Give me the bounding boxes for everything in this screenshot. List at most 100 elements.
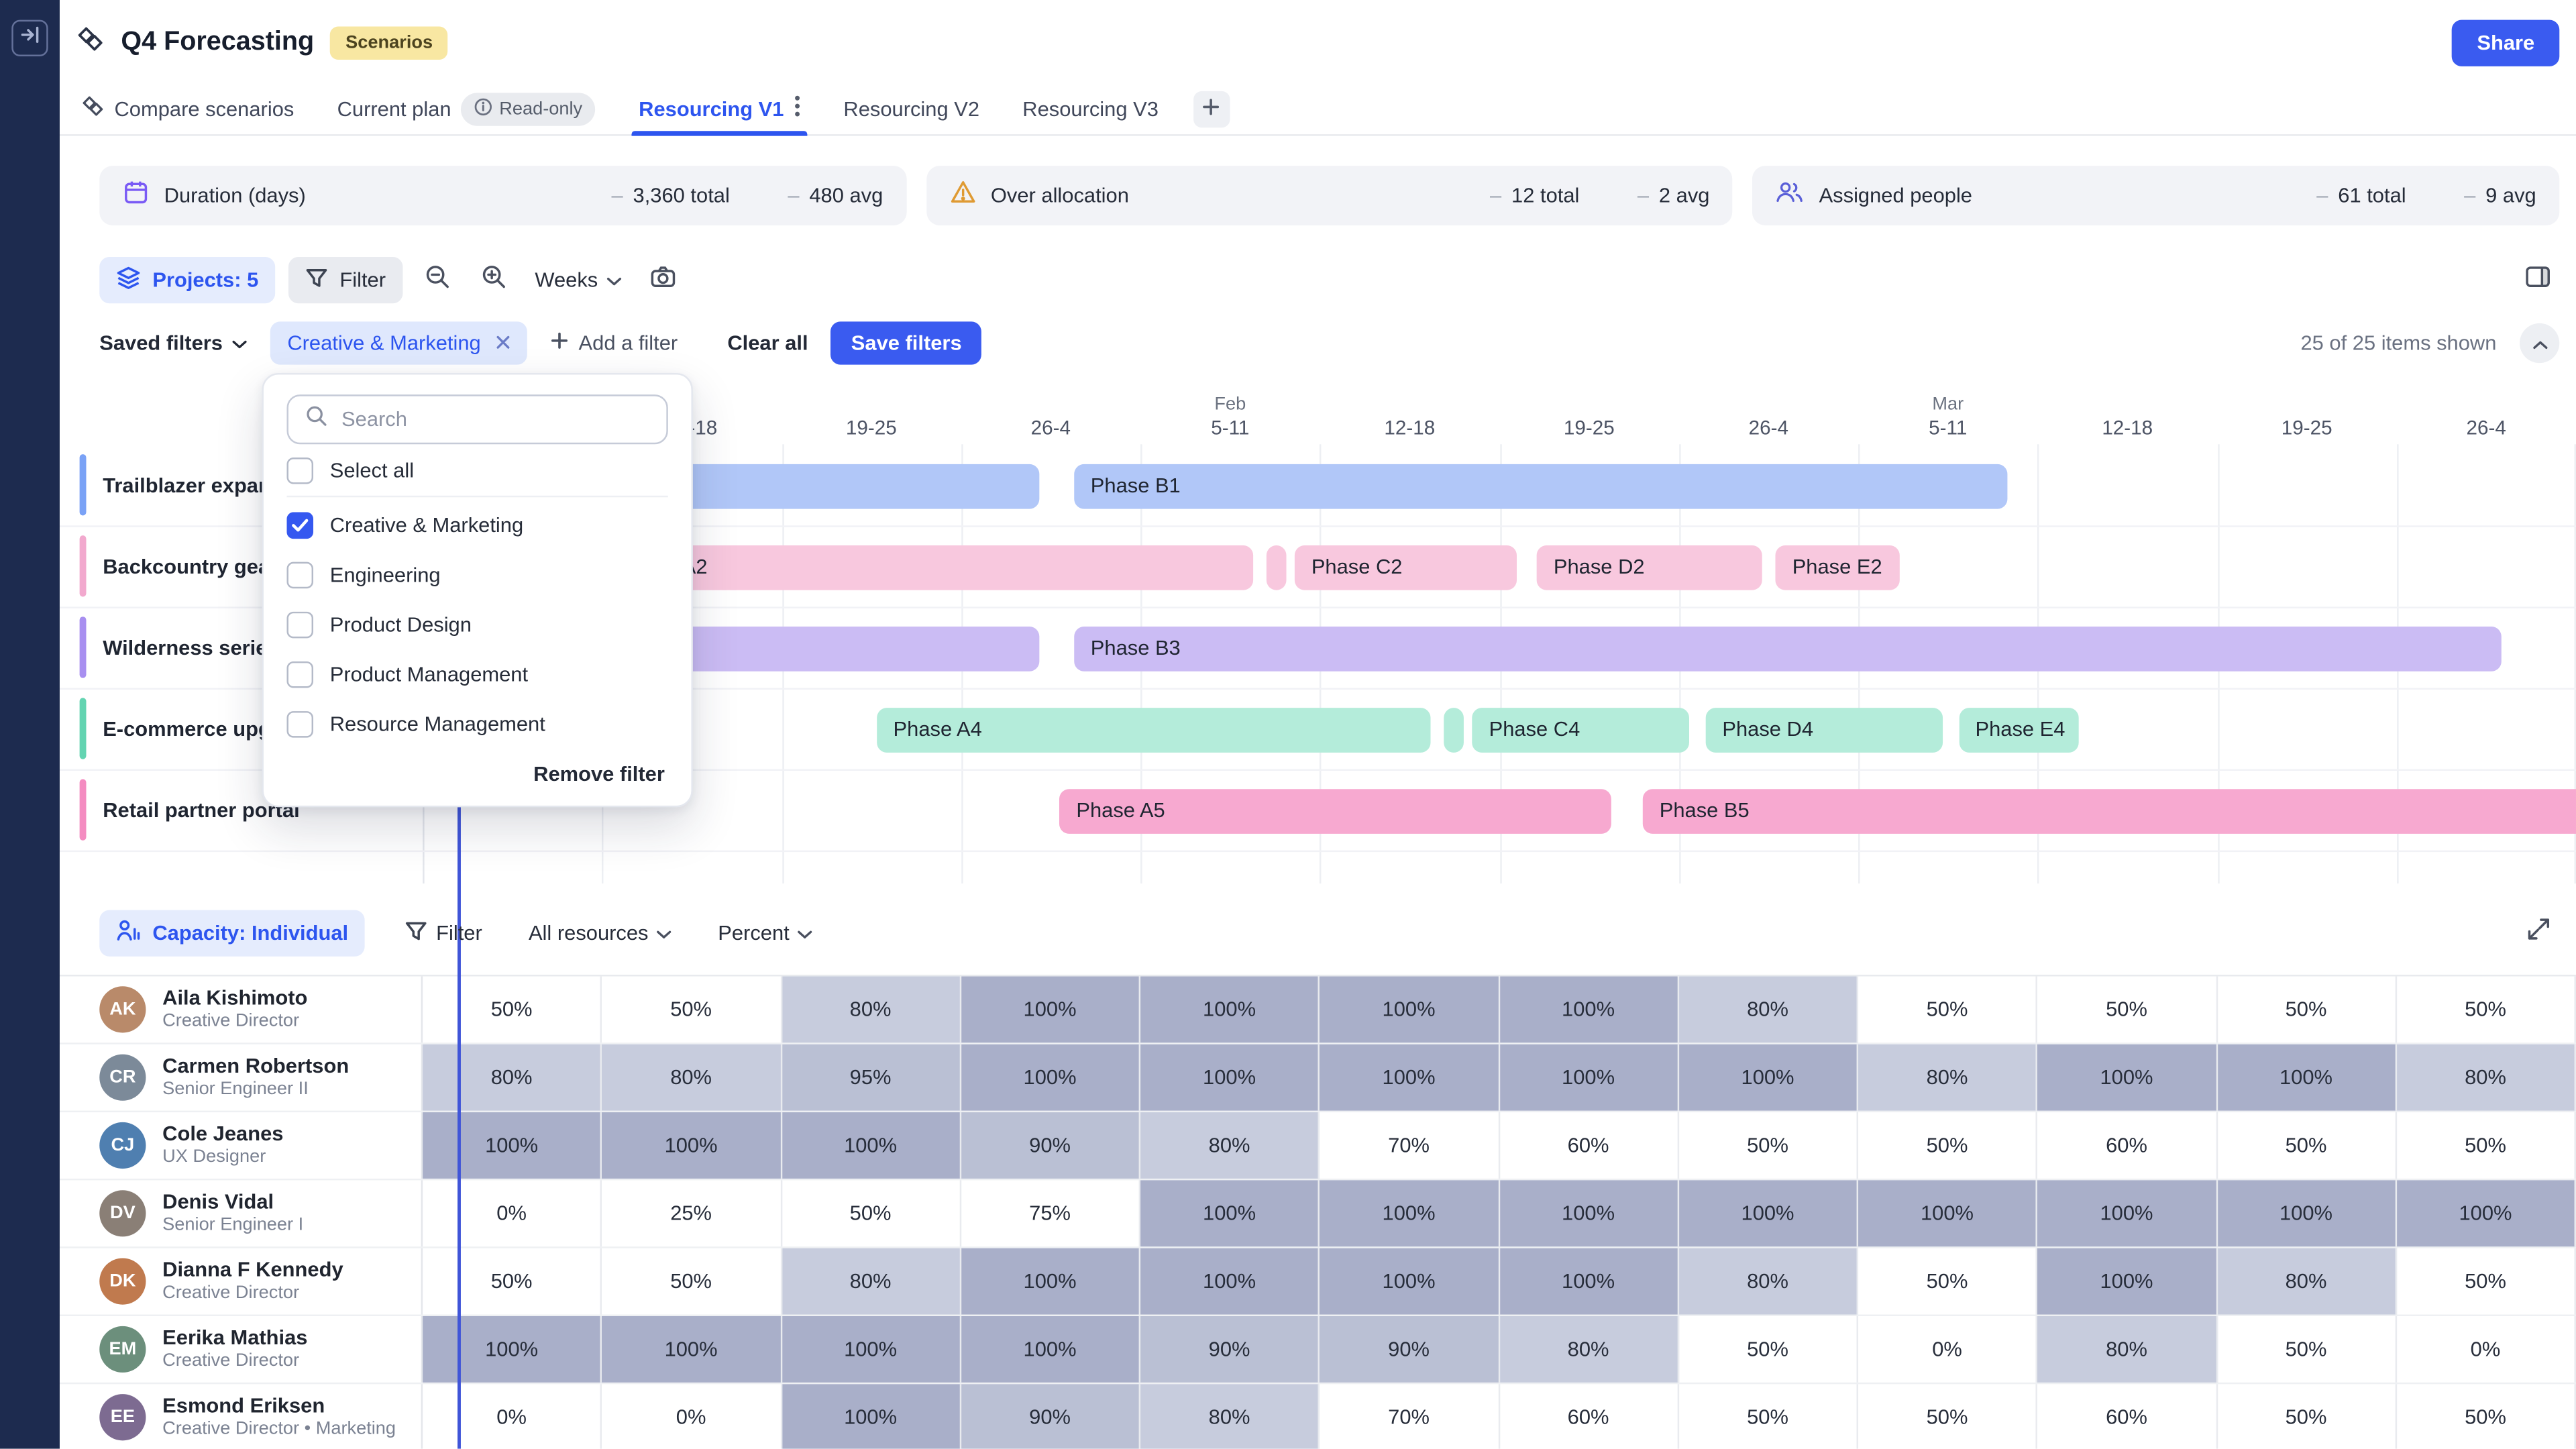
capacity-cell[interactable]: 100% [1320, 1248, 1499, 1315]
remove-filter-button[interactable]: Remove filter [533, 763, 665, 786]
capacity-cell[interactable]: 80% [1140, 1112, 1320, 1179]
capacity-cell[interactable]: 50% [2038, 976, 2217, 1042]
capacity-cell[interactable]: 0% [602, 1384, 782, 1448]
active-filter-chip[interactable]: Creative & Marketing [271, 321, 527, 364]
capacity-cell[interactable]: 60% [2038, 1112, 2217, 1179]
capacity-cell[interactable]: 100% [2038, 1248, 2217, 1315]
capacity-cell[interactable]: 80% [1499, 1316, 1678, 1383]
capacity-cell[interactable]: 60% [1499, 1384, 1678, 1448]
saved-filters-dropdown[interactable]: Saved filters [99, 331, 248, 355]
filter-button[interactable]: Filter [288, 257, 402, 303]
capacity-cell[interactable]: 75% [961, 1180, 1140, 1246]
gantt-bar[interactable]: Phase D2 [1537, 545, 1761, 590]
projects-filter-button[interactable]: Projects: 5 [99, 257, 275, 303]
checkbox[interactable] [286, 661, 313, 688]
capacity-cell[interactable]: 100% [1679, 1044, 1858, 1111]
capacity-cell[interactable]: 50% [1858, 1112, 2037, 1179]
gantt-bar[interactable]: Phase A5 [1060, 789, 1611, 834]
search-input[interactable] [341, 408, 650, 431]
capacity-cell[interactable]: 100% [602, 1316, 782, 1383]
gantt-bar[interactable]: Phase C2 [1295, 545, 1517, 590]
capacity-mode-button[interactable]: Capacity: Individual [99, 910, 365, 957]
capacity-cell[interactable]: 80% [2038, 1316, 2217, 1383]
capacity-cell[interactable]: 50% [2397, 1384, 2576, 1448]
capacity-cell[interactable]: 50% [1679, 1384, 1858, 1448]
capacity-cell[interactable]: 100% [1679, 1180, 1858, 1246]
capacity-cell[interactable]: 100% [1320, 1180, 1499, 1246]
capacity-cell[interactable]: 100% [782, 1384, 961, 1448]
checkbox[interactable] [286, 612, 313, 639]
capacity-cell[interactable]: 70% [1320, 1112, 1499, 1179]
capacity-cell[interactable]: 80% [602, 1044, 782, 1111]
gantt-bar[interactable] [1266, 545, 1285, 590]
capacity-cell[interactable]: 50% [2397, 1112, 2576, 1179]
capacity-cell[interactable]: 80% [1858, 1044, 2037, 1111]
clear-all-button[interactable]: Clear all [727, 331, 808, 355]
time-scale-dropdown[interactable]: Weeks [529, 268, 628, 292]
capacity-cell[interactable]: 80% [1140, 1384, 1320, 1448]
snapshot-button[interactable] [641, 258, 684, 301]
close-icon[interactable] [496, 331, 511, 355]
checkbox[interactable] [286, 711, 313, 738]
checkbox[interactable] [286, 457, 313, 484]
capacity-cell[interactable]: 50% [1858, 1384, 2037, 1448]
gantt-bar[interactable]: Phase E4 [1959, 708, 2079, 753]
capacity-cell[interactable]: 50% [2217, 1316, 2396, 1383]
capacity-cell[interactable]: 50% [2217, 1112, 2396, 1179]
tab-current-plan[interactable]: Current plan Read-only [315, 83, 617, 135]
collapse-section-button[interactable] [2520, 323, 2559, 363]
capacity-cell[interactable]: 60% [1499, 1112, 1678, 1179]
capacity-cell[interactable]: 80% [782, 1248, 961, 1315]
unit-dropdown[interactable]: Percent [711, 922, 819, 945]
gantt-bar[interactable]: Phase D4 [1706, 708, 1943, 753]
kebab-menu-icon[interactable] [794, 95, 800, 123]
capacity-cell[interactable]: 100% [1140, 1180, 1320, 1246]
gantt-bar[interactable]: Phase A2 [602, 545, 1254, 590]
gantt-bar[interactable]: Phase B1 [1074, 464, 2007, 509]
filter-option[interactable]: Product Design [286, 600, 667, 650]
share-button[interactable]: Share [2452, 20, 2559, 66]
capacity-cell[interactable]: 0% [1858, 1316, 2037, 1383]
capacity-cell[interactable]: 100% [1320, 1044, 1499, 1111]
capacity-cell[interactable]: 95% [782, 1044, 961, 1111]
capacity-cell[interactable]: 50% [2397, 1248, 2576, 1315]
filter-option[interactable]: Engineering [286, 550, 667, 600]
capacity-cell[interactable]: 100% [961, 1316, 1140, 1383]
gantt-bar[interactable]: Phase A4 [877, 708, 1432, 753]
capacity-cell[interactable]: 50% [423, 976, 602, 1042]
capacity-cell[interactable]: 100% [1499, 1180, 1678, 1246]
gantt-bar[interactable] [1444, 708, 1463, 753]
capacity-cell[interactable]: 0% [423, 1384, 602, 1448]
capacity-cell[interactable]: 60% [2038, 1384, 2217, 1448]
resources-dropdown[interactable]: All resources [522, 922, 678, 945]
capacity-cell[interactable]: 100% [2038, 1044, 2217, 1111]
tab-resourcing-v1[interactable]: Resourcing V1 [617, 83, 822, 135]
capacity-cell[interactable]: 90% [961, 1384, 1140, 1448]
capacity-cell[interactable]: 80% [2217, 1248, 2396, 1315]
capacity-cell[interactable]: 50% [2217, 1384, 2396, 1448]
capacity-cell[interactable]: 100% [2217, 1180, 2396, 1246]
capacity-cell[interactable]: 0% [2397, 1316, 2576, 1383]
capacity-cell[interactable]: 70% [1320, 1384, 1499, 1448]
add-scenario-button[interactable] [1193, 91, 1230, 127]
capacity-cell[interactable]: 50% [1679, 1112, 1858, 1179]
tab-resourcing-v2[interactable]: Resourcing V2 [822, 83, 1001, 135]
capacity-cell[interactable]: 50% [602, 976, 782, 1042]
capacity-cell[interactable]: 100% [602, 1112, 782, 1179]
gantt-bar[interactable]: Phase B5 [1643, 789, 2576, 834]
capacity-cell[interactable]: 50% [1858, 976, 2037, 1042]
gantt-bar[interactable]: Phase B3 [1074, 627, 2501, 672]
add-filter-button[interactable]: Add a filter [551, 331, 678, 355]
capacity-cell[interactable]: 100% [1499, 1248, 1678, 1315]
capacity-cell[interactable]: 80% [782, 976, 961, 1042]
capacity-cell[interactable]: 80% [2397, 1044, 2576, 1111]
capacity-cell[interactable]: 100% [2397, 1180, 2576, 1246]
capacity-cell[interactable]: 100% [961, 976, 1140, 1042]
capacity-cell[interactable]: 50% [2397, 976, 2576, 1042]
filter-search[interactable] [286, 394, 667, 444]
checkbox[interactable] [286, 562, 313, 589]
filter-option[interactable]: Creative & Marketing [286, 500, 667, 550]
tab-compare-scenarios[interactable]: Compare scenarios [60, 83, 316, 135]
capacity-cell[interactable]: 100% [1140, 976, 1320, 1042]
capacity-cell[interactable]: 100% [1140, 1248, 1320, 1315]
